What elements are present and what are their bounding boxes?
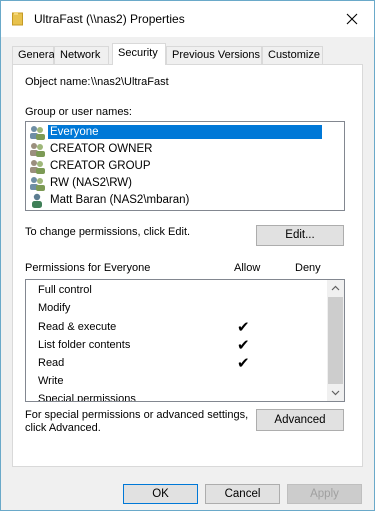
- scroll-down-icon[interactable]: [330, 387, 341, 398]
- list-item[interactable]: Matt Baran (NAS2\mbaran): [29, 192, 191, 208]
- list-item-label: Everyone: [48, 125, 322, 139]
- permission-row: List folder contents: [38, 339, 131, 351]
- list-item[interactable]: CREATOR OWNER: [29, 141, 154, 157]
- permissions-for-label: Permissions for Everyone: [25, 262, 151, 274]
- title-bar[interactable]: UltraFast (\\nas2) Properties: [1, 1, 374, 37]
- list-item-label: CREATOR OWNER: [50, 143, 153, 155]
- cancel-button[interactable]: Cancel: [205, 484, 280, 504]
- permissions-list[interactable]: Full control Modify Read & execute List …: [25, 279, 345, 402]
- tab-security[interactable]: Security: [112, 43, 166, 65]
- advanced-hint-line2: click Advanced.: [25, 422, 101, 434]
- permissions-scrollbar[interactable]: [327, 280, 344, 401]
- permission-row: Read: [38, 357, 65, 369]
- group-user-list[interactable]: Everyone CREATOR OWNER CREATOR GROUP RW …: [25, 121, 345, 211]
- group-list-label: Group or user names:: [25, 106, 132, 118]
- permission-row: Read & execute: [38, 321, 117, 333]
- group-icon: [30, 159, 45, 174]
- folder-icon: [12, 12, 23, 26]
- apply-button[interactable]: Apply: [287, 484, 362, 504]
- close-button[interactable]: [337, 6, 367, 32]
- list-item-label: CREATOR GROUP: [50, 160, 151, 172]
- tab-general[interactable]: General: [12, 46, 57, 64]
- allow-column-header: Allow: [234, 262, 261, 274]
- list-item-label: RW (NAS2\RW): [50, 177, 132, 189]
- permission-row: Full control: [38, 284, 92, 296]
- list-item-label: Matt Baran (NAS2\mbaran): [50, 194, 190, 206]
- permission-row: Special permissions: [38, 393, 136, 402]
- tab-network[interactable]: Network: [54, 46, 109, 64]
- deny-column-header: Deny: [295, 262, 321, 274]
- advanced-button[interactable]: Advanced: [256, 409, 344, 431]
- object-name-label: Object name:: [25, 76, 91, 88]
- object-name-value: \\nas2\UltraFast: [91, 76, 169, 88]
- properties-dialog: UltraFast (\\nas2) Properties General Ne…: [0, 0, 375, 511]
- tab-previous-versions[interactable]: Previous Versions: [166, 46, 262, 64]
- scroll-up-icon[interactable]: [330, 283, 341, 294]
- close-icon: [346, 13, 358, 25]
- list-item[interactable]: CREATOR GROUP: [29, 158, 153, 174]
- change-permissions-hint: To change permissions, click Edit.: [25, 226, 191, 238]
- list-item[interactable]: RW (NAS2\RW): [29, 175, 134, 191]
- permission-row: Write: [38, 375, 64, 387]
- group-icon: [30, 125, 45, 140]
- user-icon: [32, 193, 42, 208]
- advanced-hint-line1: For special permissions or advanced sett…: [25, 409, 249, 421]
- group-icon: [30, 142, 45, 157]
- tab-customize[interactable]: Customize: [262, 46, 323, 64]
- window-title: UltraFast (\\nas2) Properties: [34, 12, 185, 26]
- list-item[interactable]: Everyone: [29, 124, 322, 140]
- allow-check-icon: ✔: [237, 319, 250, 336]
- group-icon: [30, 176, 45, 191]
- permission-row: Modify: [38, 302, 71, 314]
- allow-check-icon: ✔: [237, 355, 250, 372]
- allow-check-icon: ✔: [237, 337, 250, 354]
- edit-button[interactable]: Edit...: [256, 225, 344, 246]
- ok-button[interactable]: OK: [123, 484, 198, 504]
- scroll-thumb[interactable]: [328, 297, 343, 384]
